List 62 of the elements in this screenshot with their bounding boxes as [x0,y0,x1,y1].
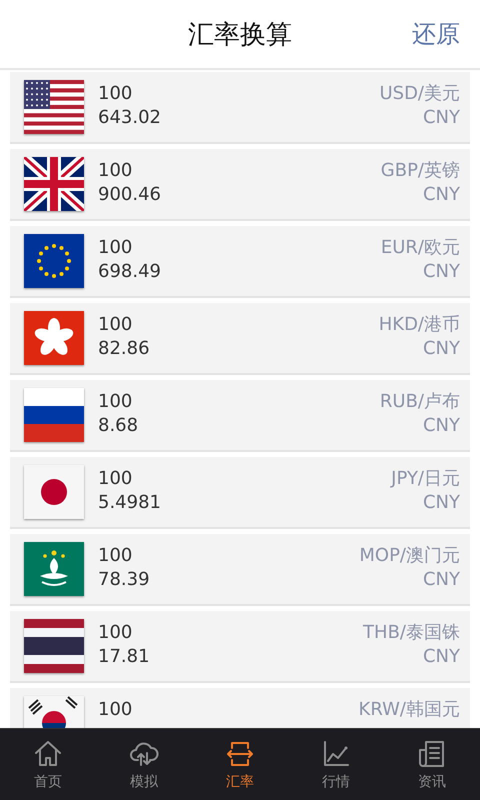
chart-icon [321,739,351,769]
converted-amount: 78.39 [98,569,151,591]
amount-text: 100 [98,83,134,105]
currency-name: HKD/港币 [378,314,460,336]
exchange-icon [225,739,255,769]
rate-row[interactable]: 100 643.02 USD/美元 CNY [10,72,470,144]
home-icon [33,739,63,769]
amount-text: 100 [98,391,134,413]
nav-tab[interactable]: 模拟 [96,729,192,800]
converted-amount: 643.02 [98,107,162,129]
amount-text: 100 [98,545,134,567]
nav-tab[interactable]: 汇率 [192,729,288,800]
nav-tab[interactable]: 首页 [0,729,96,800]
currency-name: THB/泰国铢 [363,622,460,644]
converted-amount: 17.81 [98,646,151,668]
currency-name: MOP/澳门元 [359,545,460,567]
currency-name: GBP/英镑 [380,160,460,182]
currency-name: RUB/卢布 [380,391,460,413]
amount-text: 100 [98,622,134,644]
nav-tab[interactable]: 资讯 [384,729,480,800]
target-currency: CNY [422,261,460,283]
amount-text: 100 [98,314,134,336]
rate-row[interactable]: 100 698.49 EUR/欧元 CNY [10,226,470,298]
flag-icon [24,311,84,365]
rate-row[interactable]: 100 17.81 THB/泰国铢 CNY [10,611,470,683]
rate-row[interactable]: 100 82.86 HKD/港币 CNY [10,303,470,375]
currency-name: USD/美元 [379,83,460,105]
rate-row[interactable]: 100 8.68 RUB/卢布 CNY [10,380,470,452]
target-currency: CNY [422,107,460,129]
restore-button[interactable]: 还原 [412,18,460,50]
target-currency: CNY [422,338,460,360]
flag-icon [24,542,84,596]
converted-amount: 5.4981 [98,492,162,514]
nav-tab[interactable]: 行情 [288,729,384,800]
flag-icon [24,388,84,442]
target-currency: CNY [422,184,460,206]
target-currency: CNY [422,415,460,437]
rate-row[interactable]: 100 900.46 GBP/英镑 CNY [10,149,470,221]
target-currency: CNY [422,569,460,591]
target-currency: CNY [422,492,460,514]
target-currency: CNY [422,646,460,668]
currency-name: EUR/欧元 [380,237,460,259]
amount-text: 100 [98,237,134,259]
amount-text: 100 [98,160,134,182]
flag-icon [24,157,84,211]
converted-amount: 698.49 [98,261,162,283]
rate-row[interactable]: 100 KRW/韩国元 [10,688,470,728]
currency-name: JPY/日元 [391,468,460,490]
flag-icon [24,465,84,519]
currency-name: KRW/韩国元 [358,699,460,721]
news-icon [417,739,447,769]
flag-icon [24,80,84,134]
converted-amount: 900.46 [98,184,162,206]
amount-text: 100 [98,468,134,490]
converted-amount: 8.68 [98,415,140,437]
rate-row[interactable]: 100 78.39 MOP/澳门元 CNY [10,534,470,606]
amount-text: 100 [98,699,134,721]
converted-amount: 82.86 [98,338,151,360]
page-title: 汇率换算 [188,18,292,52]
rate-row[interactable]: 100 5.4981 JPY/日元 CNY [10,457,470,529]
flag-icon [24,619,84,673]
flag-icon [24,234,84,288]
